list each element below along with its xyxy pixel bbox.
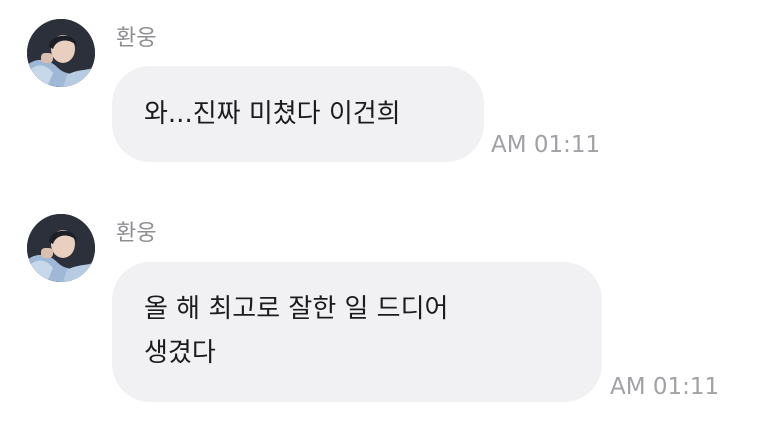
chat-message: 환웅 와...진짜 미쳤다 이건희 AM 01:11: [0, 0, 764, 190]
sender-name: 환웅: [116, 26, 157, 51]
sender-name: 환웅: [116, 221, 157, 246]
avatar-photo: [27, 19, 95, 87]
avatar-photo: [27, 214, 95, 282]
chat-message: 환웅 올 해 최고로 잘한 일 드디어 생겼다 AM 01:11: [0, 195, 764, 423]
message-bubble[interactable]: 와...진짜 미쳤다 이건희: [112, 66, 484, 162]
message-timestamp: AM 01:11: [491, 132, 601, 158]
message-timestamp: AM 01:11: [610, 374, 720, 400]
message-bubble[interactable]: 올 해 최고로 잘한 일 드디어 생겼다: [112, 262, 602, 402]
sender-avatar[interactable]: [27, 19, 95, 87]
sender-avatar[interactable]: [27, 214, 95, 282]
message-text: 올 해 최고로 잘한 일 드디어 생겼다: [144, 294, 449, 368]
message-text: 와...진짜 미쳤다 이건희: [144, 99, 401, 129]
